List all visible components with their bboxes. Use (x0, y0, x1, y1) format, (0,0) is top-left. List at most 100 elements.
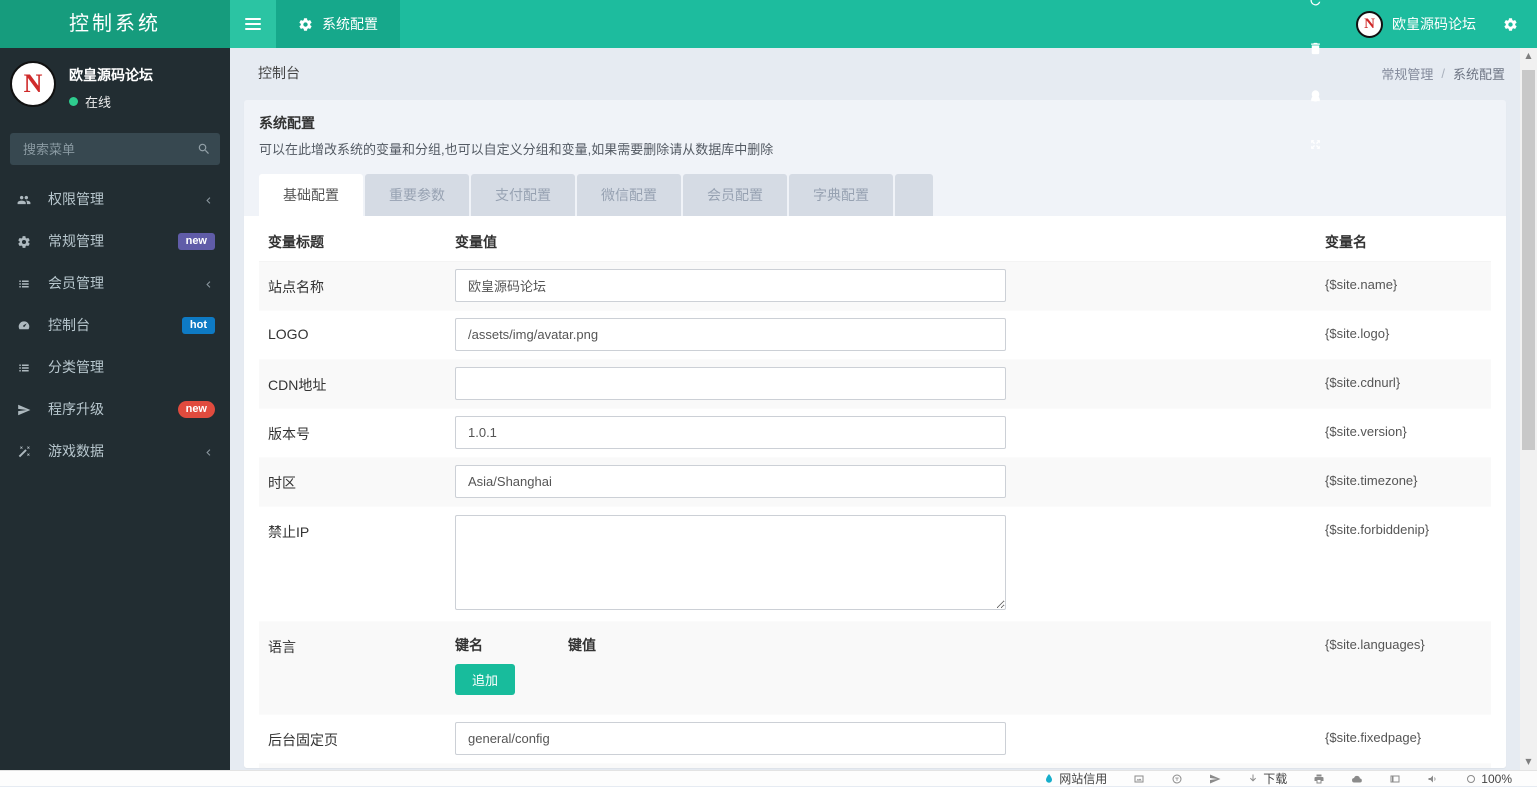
row-value-input[interactable] (455, 269, 1006, 302)
qq-button[interactable] (1295, 72, 1336, 120)
config-tab-5[interactable]: 字典配置 (789, 174, 893, 216)
row-var-name: {$site.forbiddenip} (1325, 522, 1430, 537)
statusbar-label: 100% (1481, 771, 1512, 786)
cloud-tool[interactable] (1351, 773, 1363, 785)
expand-button[interactable] (1295, 120, 1336, 168)
sidebar-item-4[interactable]: 分类管理 (0, 346, 230, 388)
translate-icon (1172, 774, 1182, 784)
row-title: 网站状态 (259, 764, 446, 768)
row-value-input[interactable] (455, 416, 1006, 449)
scrollbar-thumb[interactable] (1522, 70, 1535, 450)
row-title: LOGO (268, 326, 309, 342)
sidebar-item-label: 常规管理 (48, 233, 104, 249)
status-badge: hot (181, 316, 215, 334)
table-header-row: 变量标题 变量值 变量名 (259, 232, 1491, 262)
translate-tool[interactable] (1171, 773, 1183, 785)
row-title: 站点名称 (268, 279, 324, 295)
config-tab-0[interactable]: 基础配置 (259, 174, 363, 216)
col-header-title: 变量标题 (268, 234, 324, 250)
table-row: 版本号 {$site.version} (259, 409, 1491, 458)
append-button[interactable]: 追加 (455, 664, 516, 695)
online-dot-icon (69, 97, 78, 106)
config-tab-1[interactable]: 重要参数 (365, 174, 469, 216)
chevron-left-icon (206, 197, 211, 204)
gear-icon (298, 16, 313, 33)
row-title: 禁止IP (268, 524, 310, 540)
row-var-name: {$site.ifclose} (1316, 764, 1491, 768)
sidebar-item-label: 会员管理 (48, 275, 104, 291)
navbar-user-name: 欧皇源码论坛 (1392, 16, 1476, 32)
row-title: 版本号 (268, 426, 310, 442)
refresh-button[interactable] (1295, 0, 1336, 24)
table-row: 禁止IP {$site.forbiddenip} (259, 507, 1491, 622)
sidebar-item-1[interactable]: 常规管理 new (0, 220, 230, 262)
printer-icon (1314, 774, 1324, 783)
row-var-name: {$site.version} (1325, 424, 1407, 439)
config-tab-3[interactable]: 微信配置 (577, 174, 681, 216)
row-value-input[interactable] (455, 465, 1006, 498)
app-brand[interactable]: 控制系统 (0, 0, 230, 48)
printer-tool[interactable] (1313, 773, 1325, 785)
dashboard-icon (18, 321, 30, 330)
screenshot-tool[interactable] (1133, 773, 1145, 785)
config-card: 系统配置 可以在此增改系统的变量和分组,也可以自定义分组和变量,如果需要删除请从… (244, 100, 1506, 768)
scroll-up-arrow-icon[interactable]: ▲ (1520, 48, 1537, 64)
table-row: 后台固定页 {$site.fixedpage} (259, 715, 1491, 764)
window-tool[interactable] (1389, 773, 1401, 785)
sidebar-item-2[interactable]: 会员管理 (0, 262, 230, 304)
navbar-tab-system-config[interactable]: 系统配置 (276, 0, 400, 48)
breadcrumb-parent-link[interactable]: 常规管理 (1381, 64, 1433, 83)
navbar-settings-button[interactable] (1490, 0, 1531, 48)
download-icon (1250, 774, 1257, 781)
row-var-name: {$site.fixedpage} (1325, 730, 1422, 745)
breadcrumb-left: 控制台 (258, 65, 300, 81)
row-var-name: {$site.logo} (1325, 326, 1390, 341)
row-value-input[interactable] (455, 722, 1006, 755)
config-tab-2[interactable]: 支付配置 (471, 174, 575, 216)
table-row: CDN地址 {$site.cdnurl} (259, 360, 1491, 409)
config-tab-4[interactable]: 会员配置 (683, 174, 787, 216)
row-value-cell (446, 409, 1316, 457)
sidebar-user-panel: N 欧皇源码论坛 在线 (0, 48, 230, 121)
table-row: LOGO {$site.logo} (259, 311, 1491, 360)
magic-icon (18, 446, 30, 458)
speaker-tool[interactable] (1427, 773, 1439, 785)
sidebar-item-5[interactable]: 程序升级 new (0, 388, 230, 430)
row-value-input[interactable] (455, 367, 1006, 400)
gears-icon (1503, 16, 1518, 32)
online-status-label: 在线 (85, 95, 112, 110)
search-input[interactable] (10, 133, 220, 165)
sidebar-item-6[interactable]: 游戏数据 (0, 430, 230, 472)
row-value-cell (446, 311, 1316, 359)
gear-icon (299, 18, 312, 32)
row-value-cell (446, 262, 1316, 310)
navbar-right: N 欧皇源码论坛 (1295, 0, 1537, 149)
row-value-cell (446, 764, 1316, 768)
row-value-cell: 键名 键值 追加 (446, 622, 1316, 714)
sidebar-item-0[interactable]: 权限管理 (0, 178, 230, 220)
trash-button[interactable] (1295, 24, 1336, 72)
scroll-down-arrow-icon[interactable]: ▼ (1520, 754, 1537, 770)
sidebar-item-label: 游戏数据 (48, 443, 104, 459)
row-value-input[interactable] (455, 318, 1006, 351)
row-value-cell (446, 715, 1316, 763)
breadcrumb-current: 系统配置 (1452, 66, 1505, 82)
sidebar-item-label: 控制台 (48, 317, 90, 333)
config-tab-6[interactable] (895, 174, 933, 216)
plane-tool[interactable] (1209, 773, 1221, 785)
page-scrollbar[interactable]: ▲ ▼ (1520, 48, 1537, 770)
flame-tool[interactable]: 网站信用 (1043, 770, 1107, 787)
sidebar-toggle-button[interactable] (230, 0, 276, 48)
sidebar-item-3[interactable]: 控制台 hot (0, 304, 230, 346)
key-value-header: 键值 (568, 637, 596, 653)
tab-content: 变量标题 变量值 变量名 站点名称 {$site.name} LOGO {$site.… (244, 216, 1506, 768)
zoom-tool[interactable]: 100% (1465, 772, 1512, 786)
row-var-name: {$site.name} (1325, 277, 1398, 292)
navbar-user[interactable]: N 欧皇源码论坛 (1336, 10, 1490, 38)
cogs-icon (18, 236, 30, 248)
trash-icon (1311, 42, 1320, 54)
row-value-textarea[interactable] (455, 515, 1006, 610)
sidebar-item-label: 程序升级 (48, 401, 104, 417)
breadcrumb-separator: / (1441, 65, 1445, 81)
download-tool[interactable]: 下载 (1247, 770, 1287, 787)
